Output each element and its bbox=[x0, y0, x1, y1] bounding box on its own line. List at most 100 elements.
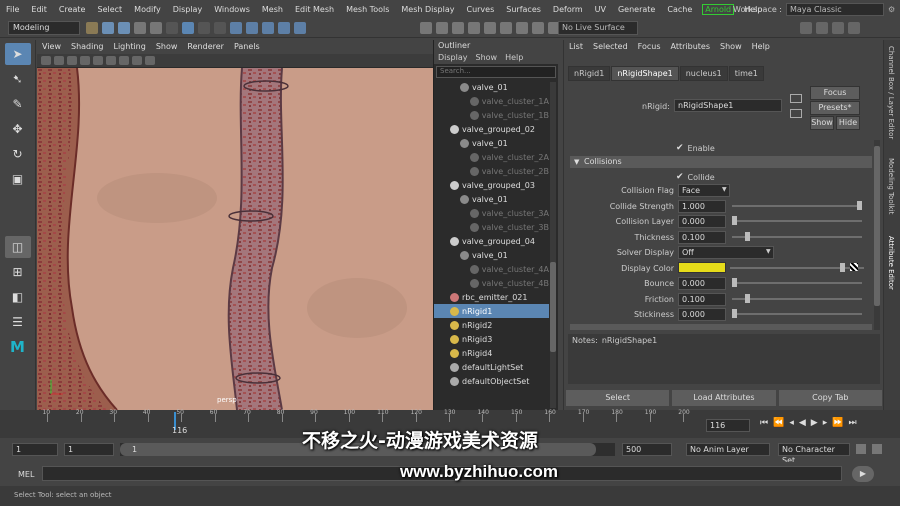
slider-handle[interactable] bbox=[732, 309, 737, 318]
slider-handle[interactable] bbox=[732, 216, 737, 225]
folder-icon[interactable] bbox=[86, 22, 98, 34]
hypershade-icon[interactable] bbox=[468, 22, 480, 34]
go-to-end-icon[interactable]: ⏭ bbox=[848, 418, 856, 428]
rotate-tool-icon[interactable]: ↻ bbox=[5, 143, 31, 165]
wireframe-icon[interactable] bbox=[67, 56, 77, 65]
outliner-row[interactable]: valve_grouped_04 bbox=[434, 234, 549, 248]
menu-uv[interactable]: UV bbox=[589, 5, 612, 14]
channel-box-icon[interactable] bbox=[848, 22, 860, 34]
ol-menu-help[interactable]: Help bbox=[501, 52, 527, 64]
auto-key-icon[interactable] bbox=[856, 444, 866, 454]
ol-menu-show[interactable]: Show bbox=[472, 52, 502, 64]
outliner-row[interactable]: nRigid2 bbox=[434, 318, 549, 332]
menu-modify[interactable]: Modify bbox=[128, 5, 167, 14]
history-icon[interactable] bbox=[500, 22, 512, 34]
paint-select-icon[interactable]: ✎ bbox=[5, 93, 31, 115]
menu-file[interactable]: File bbox=[0, 5, 25, 14]
output-connection-icon[interactable] bbox=[790, 109, 802, 118]
color-value-slider[interactable] bbox=[730, 262, 864, 272]
outliner-row[interactable]: valve_cluster_4A bbox=[434, 262, 549, 276]
ae-menu-help[interactable]: Help bbox=[747, 40, 775, 54]
menu-create[interactable]: Create bbox=[53, 5, 92, 14]
collide-checkbox[interactable]: ✔ Collide bbox=[676, 172, 715, 182]
outliner-row[interactable]: valve_01 bbox=[434, 80, 549, 94]
outliner-scroll-thumb[interactable] bbox=[550, 262, 556, 352]
scale-tool-icon[interactable]: ▣ bbox=[5, 168, 31, 190]
collisions-section-header[interactable]: ▼ Collisions bbox=[570, 156, 872, 168]
tool-settings-icon[interactable] bbox=[832, 22, 844, 34]
outliner-row[interactable]: valve_cluster_1B bbox=[434, 108, 549, 122]
save-icon[interactable] bbox=[118, 22, 130, 34]
notes-area[interactable]: Notes: nRigidShape1 bbox=[568, 334, 880, 384]
vp-menu-show[interactable]: Show bbox=[151, 40, 183, 54]
outliner-row[interactable]: valve_grouped_03 bbox=[434, 178, 549, 192]
menu-cache[interactable]: Cache bbox=[661, 5, 698, 14]
menu-select[interactable]: Select bbox=[91, 5, 128, 14]
grid-icon[interactable] bbox=[54, 56, 64, 65]
vp-menu-lighting[interactable]: Lighting bbox=[108, 40, 150, 54]
menu-deform[interactable]: Deform bbox=[547, 5, 589, 14]
undo-icon[interactable] bbox=[134, 22, 146, 34]
construction-history-icon[interactable] bbox=[516, 22, 528, 34]
outliner-row[interactable]: defaultLightSet bbox=[434, 360, 549, 374]
vp-menu-shading[interactable]: Shading bbox=[66, 40, 109, 54]
ol-menu-display[interactable]: Display bbox=[434, 52, 472, 64]
menu-curves[interactable]: Curves bbox=[460, 5, 500, 14]
single-view-icon[interactable]: ◫ bbox=[4, 236, 31, 258]
select-hierarchy-icon[interactable] bbox=[166, 22, 178, 34]
outliner-row[interactable]: valve_01 bbox=[434, 192, 549, 206]
display-color-swatch[interactable] bbox=[678, 261, 726, 273]
outliner-row[interactable]: nRigid3 bbox=[434, 332, 549, 346]
show-button[interactable]: Show bbox=[810, 116, 834, 130]
attr-field[interactable]: 0.100 bbox=[678, 230, 726, 244]
outliner-row[interactable]: nRigid4 bbox=[434, 346, 549, 360]
move-tool-icon[interactable]: ✥ bbox=[5, 118, 31, 140]
load-attributes-button[interactable]: Load Attributes bbox=[672, 390, 776, 406]
lights-icon[interactable] bbox=[106, 56, 116, 65]
outliner-row[interactable]: rbc_emitter_021 bbox=[434, 290, 549, 304]
select-component-icon[interactable] bbox=[198, 22, 210, 34]
tab-time1[interactable]: time1 bbox=[728, 66, 764, 81]
snap-curve-icon[interactable] bbox=[246, 22, 258, 34]
attr-slider[interactable] bbox=[732, 309, 862, 318]
attr-slider[interactable] bbox=[732, 200, 862, 210]
four-view-icon[interactable]: ⊞ bbox=[5, 261, 31, 283]
outliner-row[interactable]: valve_01 bbox=[434, 136, 549, 150]
lock-icon[interactable] bbox=[214, 22, 226, 34]
snap-surface-icon[interactable] bbox=[294, 22, 306, 34]
tab-nucleus1[interactable]: nucleus1 bbox=[679, 66, 728, 81]
tab-nrigid1[interactable]: nRigid1 bbox=[568, 66, 611, 81]
textured-icon[interactable] bbox=[93, 56, 103, 65]
focus-button[interactable]: Focus bbox=[810, 86, 860, 100]
vp-menu-panels[interactable]: Panels bbox=[229, 40, 265, 54]
outliner-row[interactable]: nRigid1 bbox=[434, 304, 549, 318]
ae-menu-show[interactable]: Show bbox=[715, 40, 747, 54]
attr-slider[interactable] bbox=[732, 278, 862, 287]
outliner-scrollbar[interactable] bbox=[550, 82, 556, 408]
step-forward-key-icon[interactable]: ⏩ bbox=[832, 418, 843, 428]
modeling-toolkit-tab[interactable]: Modeling Toolkit bbox=[887, 158, 895, 214]
copy-tab-button[interactable]: Copy Tab bbox=[778, 390, 882, 406]
select-object-icon[interactable] bbox=[182, 22, 194, 34]
shadows-icon[interactable] bbox=[119, 56, 129, 65]
redo-icon[interactable] bbox=[150, 22, 162, 34]
outliner-layout-icon[interactable]: ☰ bbox=[5, 311, 31, 333]
render-icon[interactable] bbox=[420, 22, 432, 34]
isolate-icon[interactable] bbox=[145, 56, 155, 65]
workspace-dropdown[interactable]: Maya Classic bbox=[786, 2, 884, 16]
ae-menu-list[interactable]: List bbox=[564, 40, 588, 54]
select-tool-icon[interactable]: ➤ bbox=[4, 43, 31, 65]
vp-menu-renderer[interactable]: Renderer bbox=[182, 40, 229, 54]
playback-start-field[interactable]: 1 bbox=[64, 443, 114, 456]
attribute-editor-tab[interactable]: Attribute Editor bbox=[887, 236, 895, 290]
outliner-row[interactable]: valve_cluster_1A bbox=[434, 94, 549, 108]
outliner-row[interactable]: valve_cluster_4B bbox=[434, 276, 549, 290]
enable-checkbox[interactable]: ✔ Enable bbox=[676, 143, 715, 153]
mode-selector[interactable]: Modeling bbox=[8, 21, 80, 35]
menu-mesh[interactable]: Mesh bbox=[256, 5, 289, 14]
attr-field[interactable]: 1.000 bbox=[678, 199, 726, 213]
snap-plane-icon[interactable] bbox=[278, 22, 290, 34]
ipr-icon[interactable] bbox=[436, 22, 448, 34]
color-picker-icon[interactable] bbox=[850, 262, 858, 271]
menu-mesh-display[interactable]: Mesh Display bbox=[395, 5, 460, 14]
